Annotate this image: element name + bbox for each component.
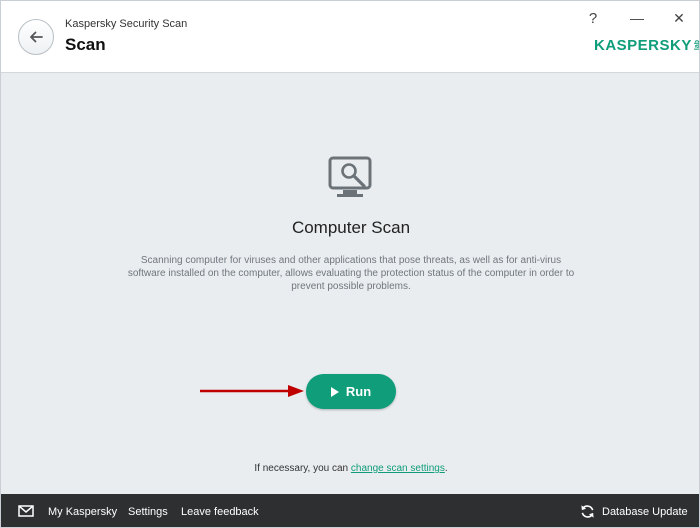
computer-scan-icon bbox=[328, 156, 372, 197]
logo-lab: lab bbox=[693, 40, 700, 51]
kaspersky-logo: KASPERSKY lab bbox=[594, 37, 700, 54]
header-bar: Kaspersky Security Scan Scan ? — ✕ KASPE… bbox=[1, 1, 700, 73]
app-title: Kaspersky Security Scan bbox=[65, 18, 188, 30]
scan-settings-line: If necessary, you can change scan settin… bbox=[1, 463, 700, 474]
help-button[interactable]: ? bbox=[583, 8, 603, 28]
back-button[interactable] bbox=[18, 19, 54, 55]
logo-text: KASPERSKY bbox=[594, 37, 692, 54]
scan-title: Computer Scan bbox=[291, 218, 411, 237]
settings-prefix: If necessary, you can bbox=[254, 463, 351, 474]
leave-feedback-link[interactable]: Leave feedback bbox=[181, 506, 259, 518]
play-icon bbox=[330, 386, 339, 397]
change-scan-settings-link[interactable]: change scan settings bbox=[351, 463, 445, 474]
app-window: Kaspersky Security Scan Scan ? — ✕ KASPE… bbox=[0, 0, 700, 528]
settings-link[interactable]: Settings bbox=[128, 506, 168, 518]
close-button[interactable]: ✕ bbox=[669, 8, 689, 28]
red-arrow-icon bbox=[200, 385, 304, 397]
scan-description: Scanning computer for viruses and other … bbox=[127, 255, 575, 292]
page-title: Scan bbox=[65, 35, 106, 54]
my-kaspersky-link[interactable]: My Kaspersky bbox=[48, 506, 117, 518]
minimize-button[interactable]: — bbox=[627, 8, 647, 28]
run-label: Run bbox=[345, 384, 372, 399]
footer-bar: My Kaspersky Settings Leave feedback Dat… bbox=[1, 494, 699, 527]
arrow-left-icon bbox=[30, 31, 43, 43]
run-button[interactable]: Run bbox=[306, 374, 396, 409]
refresh-icon[interactable] bbox=[580, 504, 595, 519]
mail-icon[interactable] bbox=[18, 505, 34, 517]
database-update-link[interactable]: Database Update bbox=[602, 506, 688, 518]
settings-suffix: . bbox=[444, 463, 448, 474]
